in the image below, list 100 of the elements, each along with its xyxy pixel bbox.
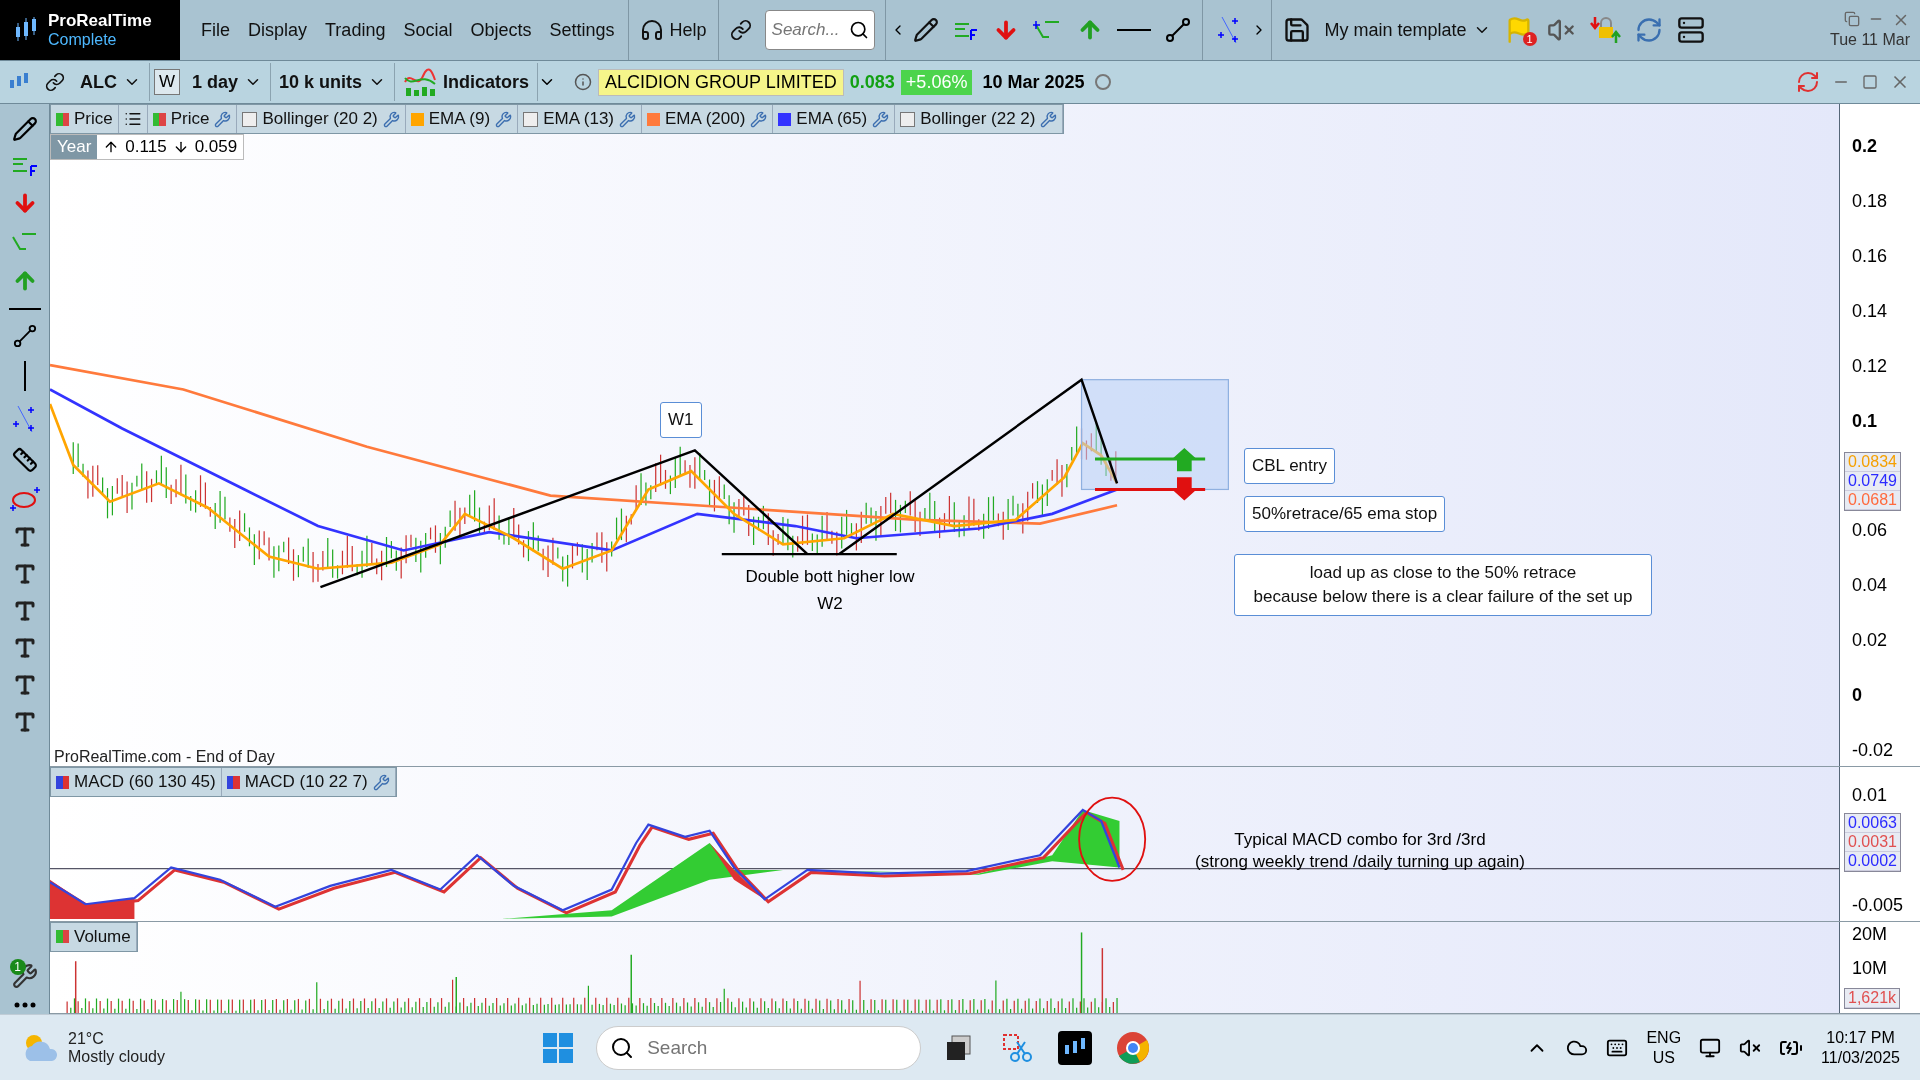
taskbar-search[interactable]: Search [596, 1025, 922, 1070]
legend-item[interactable]: Price [51, 105, 119, 133]
legend-item[interactable]: MACD (10 22 7) [221, 768, 396, 797]
chart-label: 50%retrace/65 ema stop [1244, 496, 1446, 532]
status-circle-icon [1094, 74, 1111, 90]
segment-tool-icon[interactable] [12, 324, 37, 348]
axis-label: 10M [1852, 957, 1887, 979]
chart-note: load up as close to the 50% retrace because below there is a clear failure of the set up [1234, 554, 1652, 616]
chart-label: W1 [660, 402, 702, 438]
pencil-icon [912, 17, 939, 43]
more-icon[interactable] [13, 1002, 36, 1008]
search-icon [848, 20, 869, 40]
indicators-button[interactable]: Indicators [395, 63, 539, 101]
menu-item[interactable]: Social [394, 19, 462, 41]
value-label: 0.0063 [1845, 814, 1900, 834]
temperature: 21°C [68, 1029, 105, 1048]
axis-label: 0.04 [1852, 575, 1888, 597]
server-icon [1676, 16, 1705, 44]
legend-item[interactable]: Bollinger (22 2) [895, 105, 1064, 133]
value-label: 0.0749 [1845, 472, 1900, 491]
wrench-icon [372, 773, 390, 791]
value-label: 0.0834 [1845, 453, 1900, 472]
menu-item[interactable]: Objects [461, 19, 541, 41]
app-edition: Complete [48, 30, 118, 49]
axis-label: 0 [1852, 685, 1862, 706]
clock[interactable]: 10:17 PM 11/03/2025 [1821, 1027, 1900, 1068]
chart-label: W2 [817, 593, 843, 616]
symbol-dropdown[interactable]: ALC [72, 63, 150, 101]
info-icon[interactable] [574, 73, 593, 91]
legend-item[interactable]: MACD (60 130 45) [51, 768, 222, 797]
sync-icon[interactable] [1796, 70, 1820, 94]
axis-label: 0.06 [1852, 520, 1888, 542]
language-indicator[interactable]: ENG US [1646, 1027, 1682, 1068]
axis-label: 0.2 [1852, 136, 1878, 157]
price-swatch-icon [152, 112, 166, 126]
detach-icon[interactable] [1844, 11, 1860, 27]
weekly-button[interactable]: W [154, 69, 180, 95]
search-icon [610, 1035, 635, 1060]
windows-icon [542, 1031, 575, 1064]
price-change: +5.06% [900, 69, 973, 95]
ruler-icon[interactable] [11, 447, 38, 473]
year-low: 0.059 [193, 137, 239, 157]
alerts-button[interactable]: 1 [1497, 16, 1540, 44]
year-high: 0.115 [124, 137, 168, 157]
axis-label: 0.01 [1852, 785, 1888, 807]
headset-icon [639, 18, 664, 42]
legend-item[interactable]: EMA (9) [405, 105, 519, 133]
vertical-line-icon[interactable] [22, 361, 27, 391]
axis-label: -0.005 [1852, 895, 1904, 917]
search-field[interactable]: Search... [764, 10, 875, 50]
menu-item[interactable]: Trading [316, 19, 395, 41]
indicator-chart-icon [403, 68, 438, 96]
legend-item[interactable]: Volume [51, 922, 137, 951]
chart-label: Double bott higher low [745, 566, 915, 588]
value-label: 1,621k [1845, 988, 1900, 1008]
axis-label: 0.1 [1852, 410, 1878, 432]
segment-icon [1164, 17, 1191, 43]
axis-label: 0.18 [1852, 190, 1888, 212]
axis-label: -0.02 [1852, 739, 1894, 761]
axis-label: 0.16 [1852, 245, 1888, 267]
menu-item[interactable]: Settings [540, 19, 624, 41]
weather-text: Mostly cloudy [68, 1047, 165, 1066]
value-label: 0.0031 [1845, 833, 1900, 853]
candlestick-icon [1058, 1030, 1093, 1065]
network-icon[interactable] [1699, 1036, 1722, 1059]
menu-item[interactable]: File [192, 19, 239, 41]
legend-item[interactable]: EMA (200) [642, 105, 774, 133]
legend-item[interactable]: Bollinger (20 2) [237, 105, 406, 133]
chart-note: Typical MACD combo for 3rd /3rd (strong weekly trend /daily turning up again) [1195, 829, 1525, 874]
checkbox[interactable] [900, 111, 916, 127]
candlestick-icon [14, 17, 38, 43]
legend-item[interactable]: EMA (13) [518, 105, 642, 133]
company-name: ALCIDION GROUP LIMITED [598, 68, 844, 96]
link-icon [729, 19, 752, 41]
browser-icon [1116, 1030, 1151, 1065]
menu-item[interactable]: Display [239, 19, 317, 41]
legend-item[interactable]: Price [147, 105, 238, 133]
list-icon [123, 110, 142, 128]
horizontal-line-icon [1116, 28, 1151, 32]
help-button[interactable]: Help [632, 18, 714, 42]
padlock-arrows-icon [1588, 15, 1621, 45]
axis-label: 0.14 [1852, 300, 1888, 322]
template-dropdown[interactable]: My main template [1317, 19, 1498, 41]
level-tool-icon[interactable] [10, 155, 39, 177]
checkbox[interactable] [523, 111, 539, 127]
units-dropdown[interactable]: 10 k units [271, 63, 396, 101]
horizontal-line-icon[interactable] [8, 307, 41, 311]
data-source: ProRealTime.com - End of Day [54, 748, 275, 767]
restore-icon[interactable] [1862, 74, 1878, 90]
legend-item[interactable]: EMA (65) [773, 105, 896, 133]
ellipse-tool-icon[interactable] [8, 486, 41, 512]
axis-label: 0.02 [1852, 630, 1888, 652]
axis-label: 0.12 [1852, 355, 1888, 377]
pencil-tool-icon[interactable] [11, 116, 38, 142]
timeframe-dropdown[interactable]: 1 day [184, 63, 272, 101]
value-label: 0.0002 [1845, 852, 1900, 872]
checkbox[interactable] [242, 111, 258, 127]
price-swatch-icon [56, 112, 69, 126]
alert-count: 1 [1522, 32, 1537, 46]
value-label: 0.0681 [1845, 491, 1900, 510]
